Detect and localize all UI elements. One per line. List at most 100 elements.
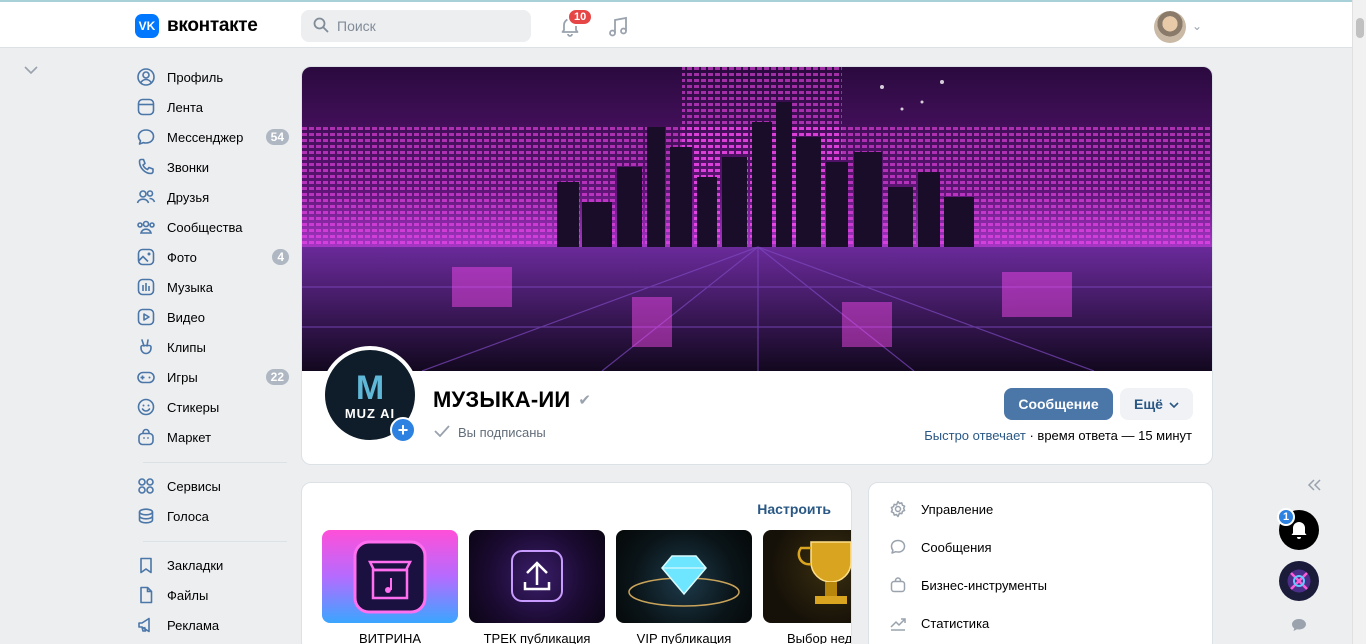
- community-logo-icon: [1290, 572, 1308, 590]
- votes-icon: [135, 505, 157, 527]
- search-bar[interactable]: [301, 10, 531, 42]
- sidebar-item-games[interactable]: Игры 22: [135, 362, 295, 392]
- chevron-down-icon: [1169, 396, 1179, 412]
- reply-fast-label[interactable]: Быстро отвечает: [924, 428, 1026, 443]
- more-button[interactable]: Ещё: [1120, 388, 1193, 420]
- music-player-icon[interactable]: [606, 15, 630, 42]
- sidebar-item-label: Профиль: [167, 69, 224, 85]
- video-icon: [135, 306, 157, 328]
- top-bar: VK вконтакте 10 ⌄: [0, 0, 1352, 48]
- photo-icon: [135, 246, 157, 268]
- notifications-badge: 10: [567, 8, 594, 26]
- menu-item-statistics[interactable]: Статистика: [889, 611, 989, 635]
- sidebar-item-votes[interactable]: Голоса: [135, 501, 295, 531]
- double-chevron-left-icon[interactable]: [1307, 478, 1321, 496]
- showcase-card: Настроить ВИТРИНА ТРЕК публикация VIP пу…: [301, 482, 852, 644]
- sidebar-item-label: Клипы: [167, 339, 206, 355]
- sidebar-item-friends[interactable]: Друзья: [135, 182, 295, 212]
- menu-item-messages[interactable]: Сообщения: [889, 535, 992, 559]
- reply-time-info: Быстро отвечает · время ответа — 15 мину…: [924, 428, 1192, 443]
- search-input[interactable]: [337, 18, 507, 34]
- stats-icon: [889, 614, 907, 632]
- clips-icon: [135, 336, 157, 358]
- sidebar-item-ads[interactable]: Реклама: [135, 610, 295, 640]
- music-icon: [135, 276, 157, 298]
- sidebar-item-label: Сервисы: [167, 478, 221, 494]
- sidebar-item-stickers[interactable]: Стикеры: [135, 392, 295, 422]
- floating-community-avatar[interactable]: [1279, 561, 1319, 601]
- chevron-down-icon[interactable]: [24, 62, 38, 78]
- checkmark-icon: [434, 425, 450, 440]
- showcase-tile-week[interactable]: [763, 530, 851, 623]
- menu-item-label: Сообщения: [921, 539, 992, 555]
- add-photo-plus-icon[interactable]: +: [390, 417, 416, 443]
- diamond-icon: [628, 555, 740, 607]
- messenger-icon: [135, 126, 157, 148]
- vk-logo[interactable]: VK вконтакте: [135, 14, 258, 38]
- showcase-tile-label: ТРЕК публикация: [483, 631, 591, 644]
- sidebar-item-files[interactable]: Файлы: [135, 580, 295, 610]
- sidebar-item-label: Маркет: [167, 429, 212, 445]
- subscription-status[interactable]: Вы подписаны: [434, 425, 546, 440]
- sidebar-item-label: Музыка: [167, 279, 213, 295]
- subscribed-label: Вы подписаны: [458, 425, 546, 440]
- group-avatar-letter: M: [355, 368, 385, 407]
- market-icon: [135, 426, 157, 448]
- user-avatar[interactable]: [1154, 11, 1186, 43]
- reply-separator: ·: [1025, 428, 1038, 443]
- sidebar-item-feed[interactable]: Лента: [135, 92, 295, 122]
- stickers-icon: [135, 396, 157, 418]
- group-avatar-text: MUZ AI: [344, 405, 396, 421]
- sidebar-item-photo[interactable]: Фото 4: [135, 242, 295, 272]
- showcase-tile-vitrina[interactable]: [322, 530, 458, 623]
- sidebar-item-label: Видео: [167, 309, 205, 325]
- sidebar-item-services[interactable]: Сервисы: [135, 471, 295, 501]
- menu-item-label: Бизнес-инструменты: [921, 577, 1047, 593]
- page-scrollbar[interactable]: [1352, 0, 1366, 644]
- group-header-card: M MUZ AI + МУЗЫКА-ИИ ✔ Вы подписаны Сооб…: [301, 66, 1213, 465]
- chat-bubble-icon[interactable]: [1291, 618, 1307, 635]
- sidebar-item-clips[interactable]: Клипы: [135, 332, 295, 362]
- sidebar-item-video[interactable]: Видео: [135, 302, 295, 332]
- sidebar-item-communities[interactable]: Сообщества: [135, 212, 295, 242]
- briefcase-icon: [889, 576, 907, 594]
- feed-icon: [135, 96, 157, 118]
- menu-item-manage[interactable]: Управление: [889, 497, 993, 521]
- sidebar-item-bookmarks[interactable]: Закладки: [135, 550, 295, 580]
- scrollbar-thumb[interactable]: [1356, 18, 1364, 38]
- more-button-label: Ещё: [1134, 396, 1163, 412]
- sidebar-item-calls[interactable]: Звонки: [135, 152, 295, 182]
- left-sidebar: Профиль Лента Мессенджер 54 Звонки Друзь…: [135, 62, 295, 640]
- friends-icon: [135, 186, 157, 208]
- sidebar-item-label: Звонки: [167, 159, 209, 175]
- menu-item-business-tools[interactable]: Бизнес-инструменты: [889, 573, 1047, 597]
- menu-item-label: Статистика: [921, 615, 990, 631]
- showcase-tile-track[interactable]: [469, 530, 605, 623]
- phone-icon: [135, 156, 157, 178]
- files-icon: [135, 584, 157, 606]
- sidebar-item-label: Стикеры: [167, 399, 220, 415]
- floating-notifications-badge: 1: [1277, 508, 1295, 526]
- photo-count-badge: 4: [272, 249, 289, 265]
- games-count-badge: 22: [265, 369, 289, 385]
- sidebar-item-music[interactable]: Музыка: [135, 272, 295, 302]
- sidebar-item-market[interactable]: Маркет: [135, 422, 295, 452]
- group-name: МУЗЫКА-ИИ: [433, 387, 571, 412]
- configure-link[interactable]: Настроить: [757, 501, 831, 517]
- chevron-down-icon[interactable]: ⌄: [1192, 19, 1202, 33]
- sidebar-item-label: Сообщества: [167, 219, 243, 235]
- send-message-button[interactable]: Сообщение: [1004, 388, 1113, 420]
- search-icon: [313, 17, 329, 36]
- services-icon: [135, 475, 157, 497]
- showcase-tile-label: VIP публикация: [636, 631, 732, 644]
- cover-image: [302, 67, 1212, 371]
- sidebar-item-label: Лента: [167, 99, 203, 115]
- sidebar-item-profile[interactable]: Профиль: [135, 62, 295, 92]
- showcase-tile-label: ВИТРИНА: [358, 631, 422, 644]
- sidebar-item-label: Реклама: [167, 617, 220, 633]
- page-title: МУЗЫКА-ИИ ✔: [433, 387, 591, 413]
- sidebar-divider: [143, 462, 287, 463]
- sidebar-item-label: Фото: [167, 249, 197, 265]
- sidebar-item-messenger[interactable]: Мессенджер 54: [135, 122, 295, 152]
- showcase-tile-vip[interactable]: [616, 530, 752, 623]
